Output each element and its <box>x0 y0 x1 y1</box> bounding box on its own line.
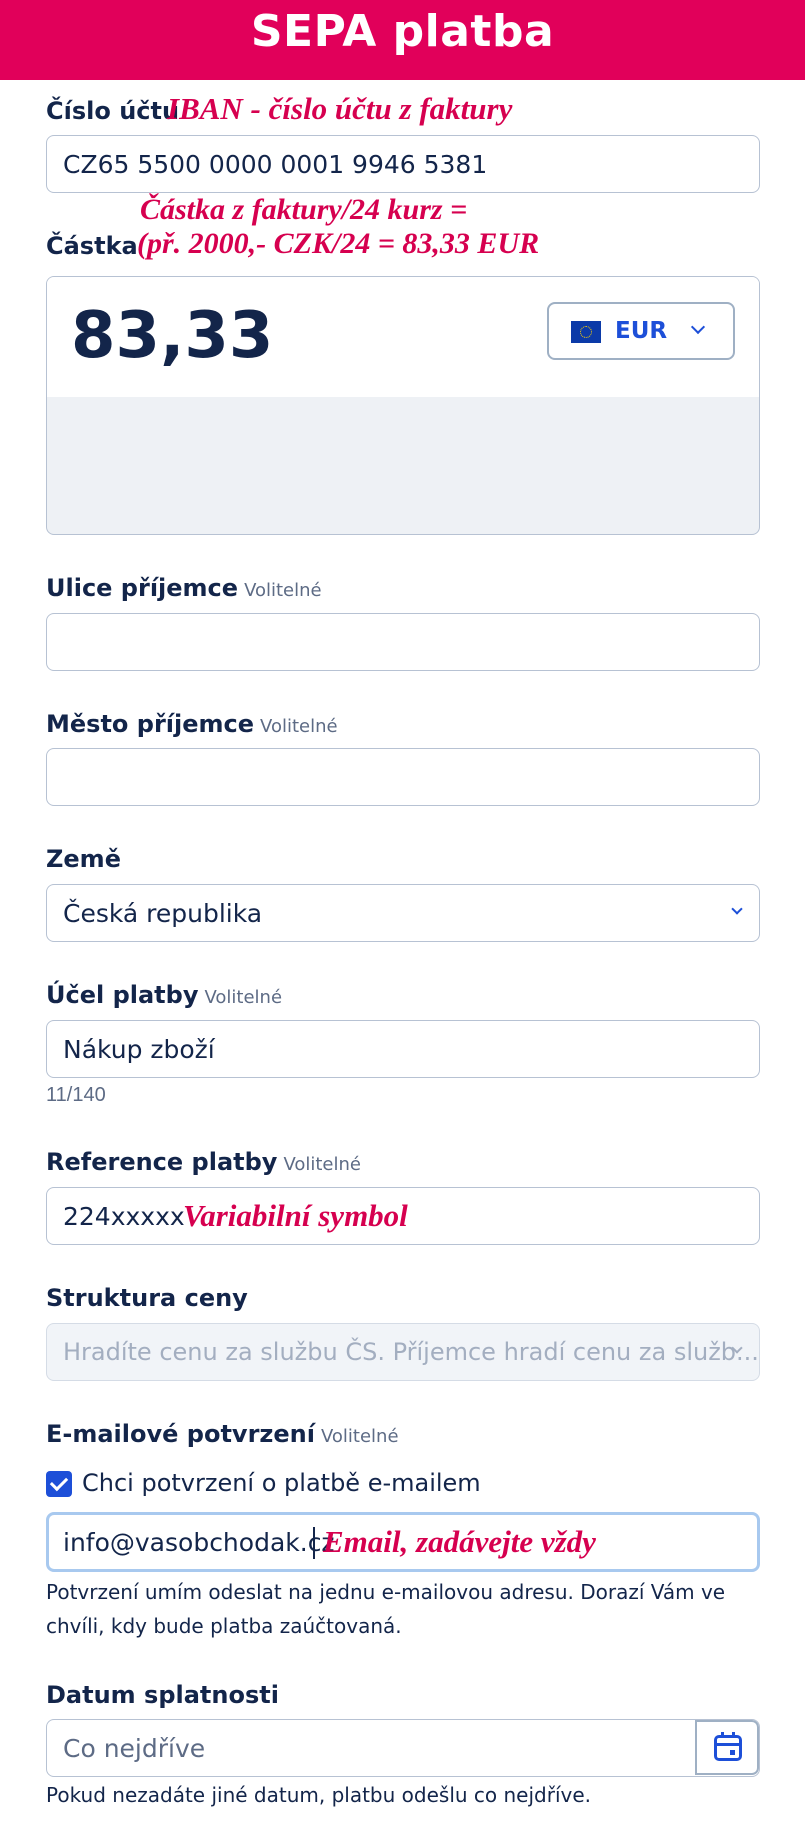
purpose-input[interactable]: Nákup zboží <box>46 1020 760 1078</box>
purpose-char-counter: 11/140 <box>46 1084 106 1106</box>
reference-input[interactable]: 224xxxxx Variabilní symbol <box>46 1187 760 1245</box>
email-help-line1: Potvrzení umím odeslat na jednu e-mailov… <box>46 1580 726 1604</box>
reference-annotation: Variabilní symbol <box>183 1198 408 1233</box>
country-value: Česká republika <box>63 899 263 928</box>
calendar-button[interactable] <box>695 1720 759 1775</box>
city-label-text: Město příjemce <box>46 710 255 738</box>
amount-input-area[interactable]: 83,33 EUR <box>47 277 759 397</box>
email-label-text: E-mailové potvrzení <box>46 1420 315 1448</box>
account-annotation: IBAN - číslo účtu z faktury <box>167 91 513 126</box>
email-confirmation-checkbox[interactable] <box>46 1471 72 1497</box>
country-select[interactable]: Česká republika <box>46 884 760 942</box>
optional-tag: Volitelné <box>244 580 322 601</box>
street-input[interactable] <box>46 613 760 671</box>
due-date-label: Datum splatnosti <box>46 1681 279 1709</box>
due-date-placeholder: Co nejdříve <box>63 1734 206 1763</box>
email-help-line2: chvíli, kdy bude platba zaúčtovaná. <box>46 1614 402 1638</box>
account-value: CZ65 5500 0000 0001 9946 5381 <box>63 150 488 179</box>
price-structure-value: Hradíte cenu za službu ČS. Příjemce hrad… <box>63 1338 759 1366</box>
purpose-label: Účel platby Volitelné <box>46 981 282 1009</box>
amount-annotation-line1: Částka z faktury/24 kurz = <box>140 193 468 226</box>
email-value: info@vasobchodak.cz <box>63 1528 335 1557</box>
optional-tag: Volitelné <box>320 1426 399 1447</box>
optional-tag: Volitelné <box>204 987 283 1008</box>
amount-value[interactable]: 83,33 <box>71 299 273 373</box>
text-cursor <box>313 1527 315 1559</box>
calendar-icon <box>714 1732 742 1761</box>
due-date-input[interactable]: Co nejdříve <box>46 1719 760 1777</box>
page-header: SEPA platba <box>0 0 805 80</box>
street-label-text: Ulice příjemce <box>46 574 239 602</box>
optional-tag: Volitelné <box>260 716 338 737</box>
reference-label: Reference platby Volitelné <box>46 1148 361 1176</box>
page-title: SEPA platba <box>250 6 555 57</box>
city-input[interactable] <box>46 748 760 806</box>
amount-annotation-line2: (př. 2000,- CZK/24 = 83,33 EUR <box>137 227 540 260</box>
email-annotation: Email, zadávejte vždy <box>323 1524 596 1559</box>
optional-tag: Volitelné <box>283 1154 361 1175</box>
reference-value: 224xxxxx <box>63 1202 185 1231</box>
currency-label: EUR <box>615 318 668 344</box>
purpose-label-text: Účel platby <box>46 981 199 1009</box>
chevron-down-icon <box>731 903 743 915</box>
amount-label: Částka <box>46 232 138 260</box>
price-structure-select[interactable]: Hradíte cenu za službu ČS. Příjemce hrad… <box>46 1323 760 1381</box>
city-label: Město příjemce Volitelné <box>46 710 338 738</box>
email-checkbox-label[interactable]: Chci potvrzení o platbě e-mailem <box>82 1469 481 1497</box>
due-date-help: Pokud nezadáte jiné datum, platbu odešlu… <box>46 1783 592 1807</box>
eu-flag-icon <box>571 321 601 343</box>
amount-panel: 83,33 EUR <box>46 276 760 535</box>
account-label: Číslo účtu <box>46 97 180 125</box>
price-structure-label: Struktura ceny <box>46 1284 248 1312</box>
purpose-value: Nákup zboží <box>63 1035 215 1064</box>
email-label: E-mailové potvrzení Volitelné <box>46 1420 399 1448</box>
account-input[interactable]: CZ65 5500 0000 0001 9946 5381 <box>46 135 760 193</box>
reference-label-text: Reference platby <box>46 1148 278 1176</box>
street-label: Ulice příjemce Volitelné <box>46 574 322 602</box>
country-label: Země <box>46 845 121 873</box>
email-input[interactable]: info@vasobchodak.cz Email, zadávejte vžd… <box>46 1512 760 1572</box>
chevron-down-icon <box>690 319 706 335</box>
currency-select-button[interactable]: EUR <box>547 302 735 360</box>
